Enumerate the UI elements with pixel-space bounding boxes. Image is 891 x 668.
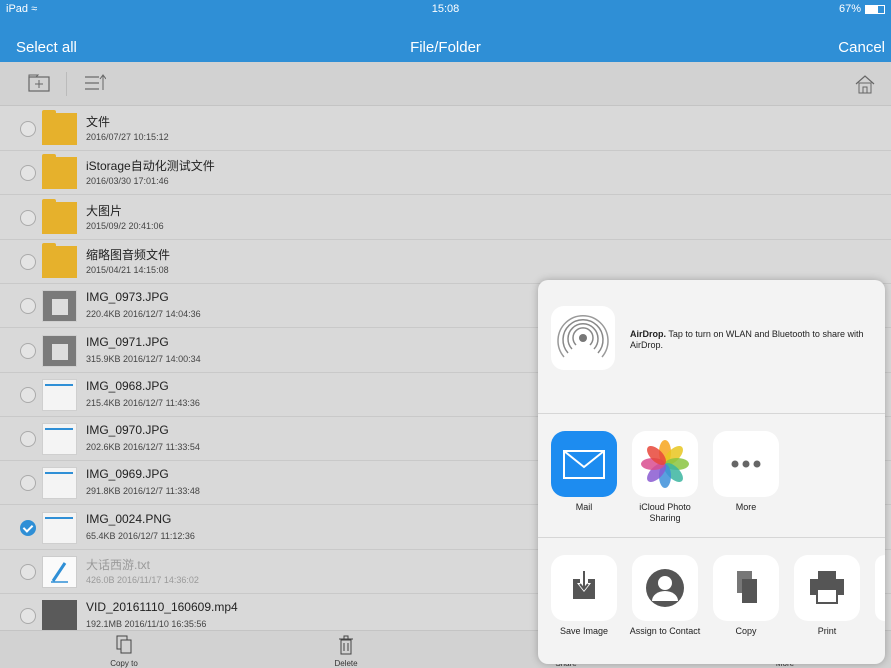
checkbox[interactable] [20,431,36,448]
video-thumbnail [42,600,77,633]
file-name: 大话西游.txt [86,558,151,572]
file-row[interactable]: 文件 2016/07/27 10:15:12 [0,107,891,151]
file-name: 缩略图音频文件 [86,247,171,262]
file-name: iStorage自动化测试文件 [86,159,215,174]
image-thumbnail [42,378,77,411]
home-icon[interactable] [854,74,876,99]
file-meta: 192.1MB 2016/11/10 16:35:56 [86,619,207,630]
folder-icon [42,198,77,234]
file-row[interactable]: 缩略图音频文件 2015/04/21 14:15:08 [0,239,891,284]
delete-button[interactable]: Delete [318,635,374,668]
battery-percent: 67% [838,3,861,15]
copy-icon[interactable] [713,555,779,621]
checkbox[interactable] [20,564,36,580]
contact-icon[interactable] [632,555,698,621]
image-thumbnail [42,423,77,456]
checkbox-checked[interactable] [20,519,36,536]
text-file-icon [42,556,77,588]
file-meta: 315.9KB 2016/12/7 14:00:34 [86,353,201,364]
image-thumbnail [42,511,77,544]
save-image-label: Save Image [559,626,609,636]
nav-bar: Select all File/Folder Cancel [0,34,891,62]
file-name: IMG_0973.JPG [86,290,169,305]
partial-action-tile[interactable] [875,555,885,621]
page-title: File/Folder [410,39,481,56]
file-meta: 65.4KB 2016/12/7 11:12:36 [86,530,195,541]
checkbox[interactable] [20,386,36,403]
folder-icon [42,154,77,190]
file-meta: 2015/09/2 20:41:06 [86,220,164,231]
image-thumbnail [42,334,77,367]
print-label: Print [817,626,837,636]
airdrop-title: AirDrop. [630,329,666,339]
copy-to-button[interactable]: Copy to [96,635,152,668]
trash-icon [339,635,353,655]
mail-label: Mail [575,502,593,512]
airdrop-icon[interactable] [551,306,615,370]
file-meta: 220.4KB 2016/12/7 14:04:36 [86,309,201,320]
mail-icon[interactable] [551,431,617,497]
file-name: IMG_0024.PNG [86,511,172,526]
checkbox[interactable] [20,121,36,137]
assign-to-contact-label: Assign to Contact [629,626,701,636]
sort-icon[interactable] [84,74,107,97]
image-thumbnail [42,290,77,323]
share-sheet: AirDrop. Tap to turn on WLAN and Bluetoo… [538,280,885,664]
file-name: IMG_0968.JPG [86,378,169,393]
copy-to-label: Copy to [110,659,138,668]
file-name: IMG_0969.JPG [86,467,169,482]
checkbox[interactable] [20,298,36,315]
file-name: IMG_0970.JPG [86,423,169,438]
copy-label: Copy [735,626,757,636]
more-apps-label: More [735,502,757,512]
icloud-photo-sharing-label: iCloud Photo Sharing [639,502,691,523]
checkbox[interactable] [20,209,36,226]
file-meta: 2016/03/30 17:01:46 [86,176,169,187]
checkbox[interactable] [20,342,36,359]
airdrop-text: Tap to turn on WLAN and Bluetooth to sha… [630,329,864,350]
folder-icon [42,242,77,278]
file-meta: 291.8KB 2016/12/7 11:33:48 [86,486,200,497]
status-bar: iPad ≈ 15:08 67% [0,0,891,34]
toolbar-divider [66,72,67,96]
status-time: 15:08 [431,3,460,15]
file-name: IMG_0971.JPG [86,334,169,349]
file-row[interactable]: iStorage自动化测试文件 2016/03/30 17:01:46 [0,151,891,196]
file-row[interactable]: 大图片 2015/09/2 20:41:06 [0,195,891,240]
file-name: 文件 [86,115,111,129]
share-apps-row: Mail iCloud Photo Sharing More [538,414,885,538]
airdrop-section: AirDrop. Tap to turn on WLAN and Bluetoo… [538,280,885,414]
more-dots-icon[interactable] [713,431,779,497]
checkbox[interactable] [20,165,36,182]
save-image-icon[interactable] [551,555,617,621]
new-folder-icon[interactable] [28,74,50,97]
file-meta: 215.4KB 2016/12/7 11:43:36 [86,397,200,408]
file-meta: 426.0B 2016/11/17 14:36:02 [86,575,199,585]
checkbox[interactable] [20,253,36,270]
share-actions-row: Save Image Assign to Contact Copy Print [538,538,885,664]
checkbox[interactable] [20,608,36,625]
folder-icon [42,110,77,145]
file-name: VID_20161110_160609.mp4 [86,600,238,615]
copy-to-icon [116,635,132,654]
file-name: 大图片 [86,203,123,218]
airdrop-description: AirDrop. Tap to turn on WLAN and Bluetoo… [630,329,870,351]
cancel-button[interactable]: Cancel [838,39,885,56]
toolbar [0,62,891,106]
file-meta: 202.6KB 2016/12/7 11:33:54 [86,442,200,453]
file-meta: 2015/04/21 14:15:08 [86,264,169,275]
delete-label: Delete [334,659,358,668]
print-icon[interactable] [794,555,860,621]
photos-icon[interactable] [632,431,698,497]
file-meta: 2016/07/27 10:15:12 [86,132,169,142]
checkbox[interactable] [20,475,36,492]
image-thumbnail [42,467,77,500]
battery-icon [865,5,885,14]
